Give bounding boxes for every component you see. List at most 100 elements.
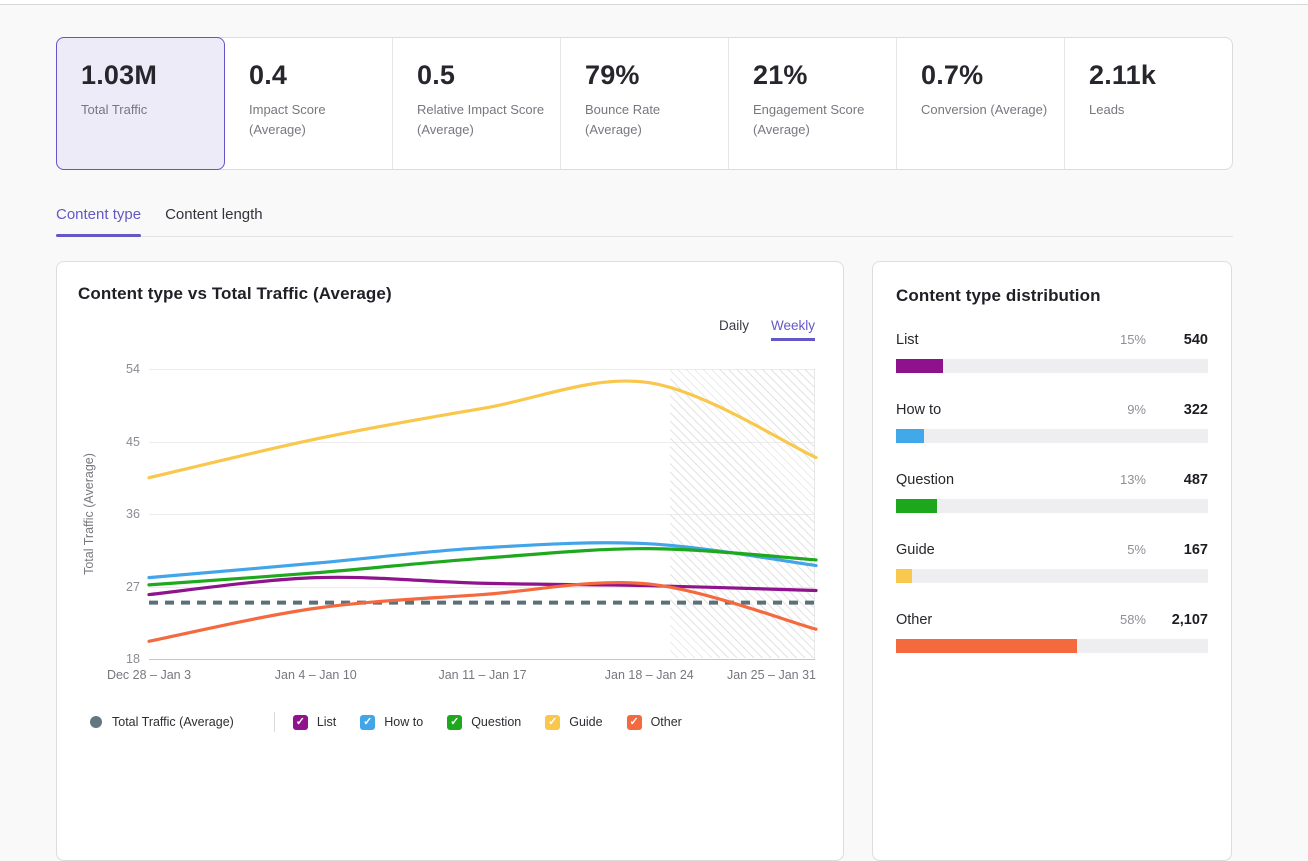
kpi-label: Impact Score (Average) bbox=[249, 100, 378, 139]
legend-divider bbox=[274, 712, 275, 732]
tab-content-length[interactable]: Content length bbox=[165, 206, 263, 236]
kpi-value: 1.03M bbox=[81, 60, 210, 91]
legend-label: Other bbox=[651, 715, 682, 729]
legend-item-how-to: ✓ How to bbox=[360, 715, 423, 730]
dashboard-content: 1.03M Total Traffic 0.4Impact Score (Avera… bbox=[56, 37, 1233, 861]
legend-label: Guide bbox=[569, 715, 602, 729]
distribution-value: 540 bbox=[1164, 332, 1208, 348]
distribution-label: Other bbox=[896, 612, 1120, 628]
distribution-percent: 58% bbox=[1120, 612, 1146, 627]
distribution-bar-track bbox=[896, 639, 1208, 653]
legend-label: How to bbox=[384, 715, 423, 729]
distribution-row-guide: Guide5% 167 bbox=[896, 542, 1208, 583]
granularity-toggle: Daily Weekly bbox=[78, 318, 815, 341]
distribution-percent: 15% bbox=[1120, 332, 1146, 347]
legend-label: Total Traffic (Average) bbox=[112, 715, 234, 729]
legend-item-other: ✓ Other bbox=[627, 715, 682, 730]
toggle-daily[interactable]: Daily bbox=[719, 318, 749, 341]
kpi-label: Engagement Score (Average) bbox=[753, 100, 882, 139]
distribution-row-question: Question13%487 bbox=[896, 472, 1208, 513]
tab-content-type[interactable]: Content type bbox=[56, 206, 141, 236]
kpi-card-impact-score-average[interactable]: 0.4Impact Score (Average) bbox=[225, 38, 393, 169]
kpi-card-bounce-rate-average[interactable]: 79% Bounce Rate (Average) bbox=[561, 38, 729, 169]
checkbox-checked-icon[interactable]: ✓ bbox=[293, 715, 308, 730]
distribution-row-other: Other58% 2,107 bbox=[896, 612, 1208, 653]
kpi-label: Leads bbox=[1089, 100, 1218, 120]
kpi-value: 0.7% bbox=[921, 60, 1050, 91]
distribution-bar-track bbox=[896, 499, 1208, 513]
chart-title: Content type vs Total Traffic (Average) bbox=[78, 284, 815, 304]
distribution-bar-fill bbox=[896, 639, 1077, 653]
checkbox-checked-icon[interactable]: ✓ bbox=[627, 715, 642, 730]
kpi-value: 21% bbox=[753, 60, 882, 91]
x-tick-label: Jan 4 – Jan 10 bbox=[275, 668, 357, 682]
legend-item-question: ✓ Question bbox=[447, 715, 521, 730]
y-tick-label: 18 bbox=[126, 651, 140, 667]
y-tick-label: 27 bbox=[126, 579, 140, 595]
content-type-chart-card: Content type vs Total Traffic (Average) … bbox=[56, 261, 844, 861]
distribution-percent: 13% bbox=[1120, 472, 1146, 487]
line-other bbox=[149, 583, 816, 642]
total-traffic-dot-icon bbox=[90, 716, 102, 728]
kpi-label: Total Traffic bbox=[81, 100, 210, 120]
distribution-row-head: Guide5% 167 bbox=[896, 542, 1208, 558]
legend-label: List bbox=[317, 715, 336, 729]
legend-item-list: ✓ List bbox=[293, 715, 336, 730]
kpi-row: 1.03M Total Traffic 0.4Impact Score (Avera… bbox=[56, 37, 1233, 170]
checkbox-checked-icon[interactable]: ✓ bbox=[545, 715, 560, 730]
y-axis-ticks: 5445362718 bbox=[100, 369, 140, 659]
y-axis-title-text: Total Traffic (Average) bbox=[82, 453, 96, 575]
distribution-bar-fill bbox=[896, 569, 912, 583]
kpi-card-engagement-score-average[interactable]: 21% Engagement Score (Average) bbox=[729, 38, 897, 169]
distribution-row-head: List15% 540 bbox=[896, 332, 1208, 348]
line-question bbox=[149, 549, 816, 585]
line-plot bbox=[149, 369, 815, 659]
line-guide bbox=[149, 381, 816, 478]
distribution-label: Guide bbox=[896, 542, 1127, 558]
distribution-bar-fill bbox=[896, 429, 924, 443]
kpi-label: Bounce Rate (Average) bbox=[585, 100, 714, 139]
kpi-card-total-traffic[interactable]: 1.03M Total Traffic bbox=[56, 37, 225, 170]
y-axis-title: Total Traffic (Average) bbox=[78, 369, 100, 659]
distribution-bar-fill bbox=[896, 499, 937, 513]
kpi-value: 2.11k bbox=[1089, 60, 1218, 91]
distribution-row-head: Other58% 2,107 bbox=[896, 612, 1208, 628]
kpi-card-leads[interactable]: 2.11k Leads bbox=[1065, 38, 1232, 169]
distribution-title: Content type distribution bbox=[896, 286, 1208, 306]
chart-lines-svg bbox=[149, 369, 816, 659]
distribution-rows: List15%540How to9%322Question13%487Guide… bbox=[896, 332, 1208, 653]
distribution-value: 487 bbox=[1164, 472, 1208, 488]
distribution-bar-track bbox=[896, 359, 1208, 373]
distribution-percent: 5% bbox=[1127, 542, 1146, 557]
legend-label: Question bbox=[471, 715, 521, 729]
legend-item-total-traffic-average: Total Traffic (Average) bbox=[90, 715, 234, 729]
cards-row: Content type vs Total Traffic (Average) … bbox=[56, 261, 1233, 861]
line-how-to bbox=[149, 543, 816, 578]
toggle-weekly[interactable]: Weekly bbox=[771, 318, 815, 341]
kpi-card-relative-impact-score-average[interactable]: 0.5Relative Impact Score (Average) bbox=[393, 38, 561, 169]
checkbox-checked-icon[interactable]: ✓ bbox=[360, 715, 375, 730]
distribution-value: 322 bbox=[1164, 402, 1208, 418]
checkbox-checked-icon[interactable]: ✓ bbox=[447, 715, 462, 730]
gridline bbox=[149, 659, 815, 660]
kpi-card-conversion-average[interactable]: 0.7%Conversion (Average) bbox=[897, 38, 1065, 169]
distribution-row-how-to: How to9% 322 bbox=[896, 402, 1208, 443]
x-tick-label: Dec 28 – Jan 3 bbox=[107, 668, 191, 682]
distribution-row-head: How to9% 322 bbox=[896, 402, 1208, 418]
kpi-label: Relative Impact Score (Average) bbox=[417, 100, 546, 139]
x-tick-label: Jan 11 – Jan 17 bbox=[438, 668, 526, 682]
x-tick-label: Jan 25 – Jan 31 bbox=[727, 668, 816, 682]
distribution-bar-track bbox=[896, 429, 1208, 443]
distribution-label: List bbox=[896, 332, 1120, 348]
content-type-distribution-card: Content type distribution List15% 540 How … bbox=[872, 261, 1232, 861]
distribution-percent: 9% bbox=[1127, 402, 1146, 417]
distribution-value: 167 bbox=[1164, 542, 1208, 558]
x-axis-labels: Dec 28 – Jan 3Jan 4 – Jan 10Jan 11 – Jan… bbox=[149, 668, 816, 686]
y-tick-label: 54 bbox=[126, 361, 140, 377]
distribution-label: How to bbox=[896, 402, 1127, 418]
distribution-row-head: Question13%487 bbox=[896, 472, 1208, 488]
chart-legend: Total Traffic (Average) ✓ List ✓ How to ✓ Ques… bbox=[90, 712, 815, 732]
distribution-value: 2,107 bbox=[1164, 612, 1208, 628]
kpi-value: 79% bbox=[585, 60, 714, 91]
distribution-bar-track bbox=[896, 569, 1208, 583]
